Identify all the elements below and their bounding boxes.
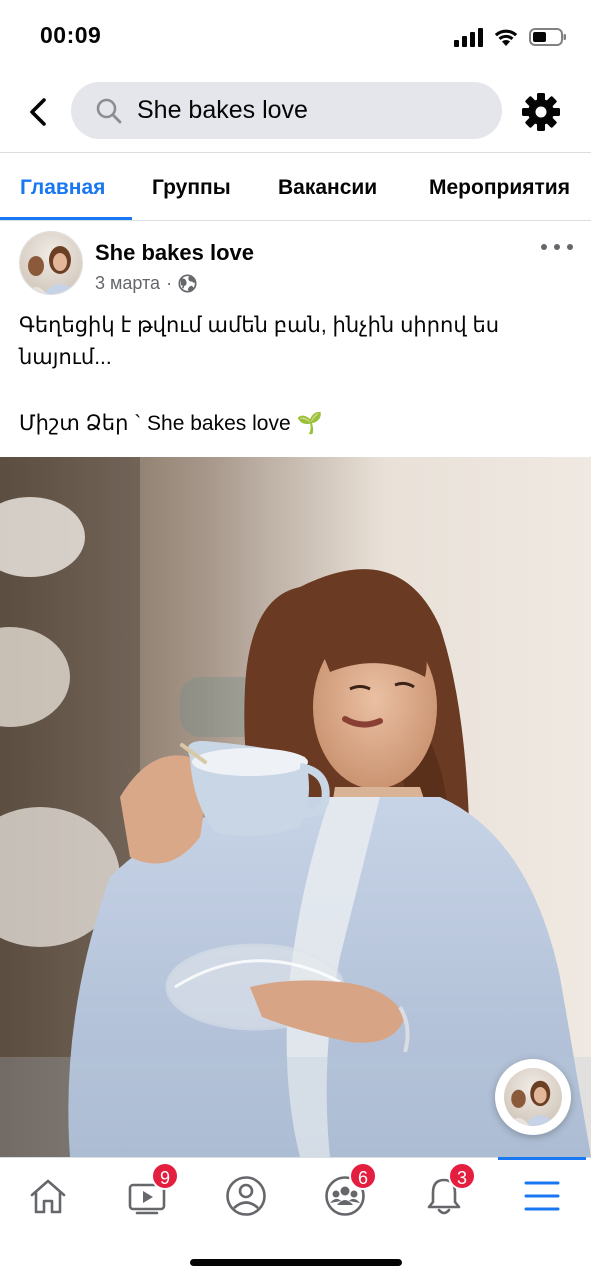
floating-avatar-button[interactable] <box>495 1059 571 1135</box>
watch-badge: 9 <box>151 1162 179 1190</box>
nav-profile[interactable] <box>216 1166 276 1226</box>
home-indicator <box>190 1259 402 1266</box>
battery-icon <box>529 28 566 46</box>
status-icons <box>454 24 567 50</box>
nav-menu[interactable] <box>512 1166 572 1226</box>
settings-button[interactable] <box>517 88 565 136</box>
dot <box>567 244 573 250</box>
nav-watch[interactable]: 9 <box>117 1162 179 1226</box>
tab-events[interactable]: Мероприятия <box>429 153 570 220</box>
globe-icon <box>178 274 197 293</box>
post-options-button[interactable] <box>541 235 573 259</box>
chevron-left-icon <box>30 98 46 126</box>
post-author-name[interactable]: She bakes love <box>95 240 254 266</box>
search-icon <box>96 98 122 123</box>
active-nav-indicator <box>498 1157 586 1160</box>
tab-jobs[interactable]: Вакансии <box>278 153 377 220</box>
post-text-line: Գեղեցիկ է թվում ամեն բան, ինչին սիրով ես… <box>19 314 500 369</box>
nav-home[interactable] <box>18 1166 78 1226</box>
notifications-badge: 3 <box>448 1162 476 1190</box>
home-icon <box>30 1179 66 1214</box>
menu-icon <box>524 1181 560 1211</box>
post-header: She bakes love 3 марта · <box>0 221 591 301</box>
nav-groups[interactable]: 6 <box>315 1162 377 1226</box>
status-bar: 00:09 <box>0 0 591 72</box>
wifi-icon <box>494 29 518 46</box>
status-time: 00:09 <box>40 22 102 48</box>
profile-icon <box>226 1176 266 1216</box>
dot <box>541 244 547 250</box>
post-photo[interactable] <box>0 457 591 1157</box>
search-tabs: Главная Группы Вакансии Мероприятия <box>0 153 591 220</box>
cellular-signal-icon <box>454 27 483 47</box>
groups-badge: 6 <box>349 1162 377 1190</box>
tab-home[interactable]: Главная <box>20 153 105 220</box>
search-header <box>0 72 591 152</box>
gear-icon <box>522 93 560 131</box>
post-date[interactable]: 3 марта <box>95 273 160 294</box>
post-text: Գեղեցիկ է թվում ամեն բան, ինչին սիրով ես… <box>19 310 579 440</box>
back-button[interactable] <box>16 90 60 134</box>
search-input[interactable] <box>137 96 467 125</box>
nav-notifications[interactable]: 3 <box>414 1162 476 1226</box>
meta-separator: · <box>166 273 173 293</box>
page-avatar[interactable] <box>19 231 83 295</box>
search-bar[interactable] <box>71 82 502 139</box>
post-text-line: Միշտ Ձեր ` She bakes love 🌱 <box>19 412 323 435</box>
tab-groups[interactable]: Группы <box>152 153 231 220</box>
avatar <box>504 1068 562 1126</box>
dot <box>554 244 560 250</box>
post-meta: 3 марта · <box>95 273 197 294</box>
